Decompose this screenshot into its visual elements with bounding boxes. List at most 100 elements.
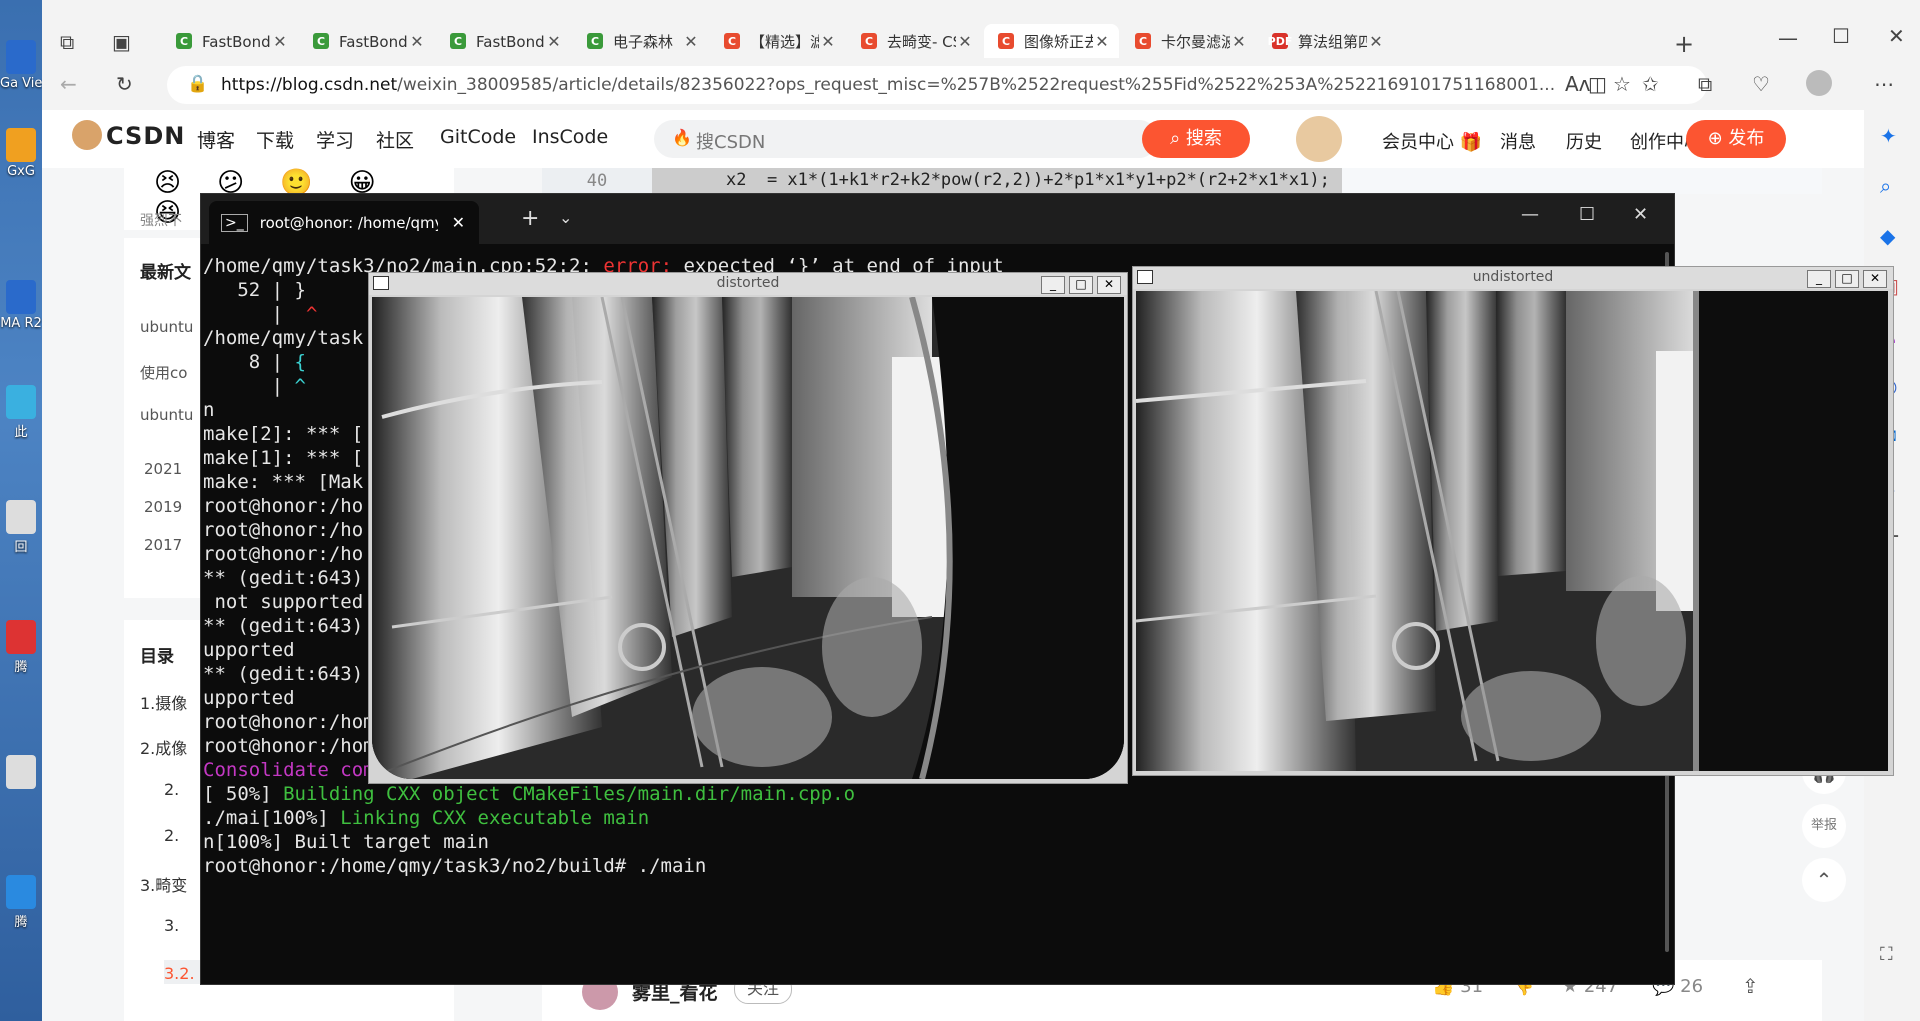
browser-essentials-icon[interactable]: ♡ bbox=[1752, 72, 1770, 96]
desktop-app-icon[interactable] bbox=[6, 280, 36, 314]
browser-tab[interactable]: C 卡尔曼滤波-✕ bbox=[1121, 24, 1256, 58]
minimize-icon[interactable]: _ bbox=[1041, 276, 1065, 294]
csdn-header-link[interactable]: 会员中心 🎁 bbox=[1382, 128, 1482, 154]
close-icon[interactable]: ✕ bbox=[1097, 276, 1121, 294]
new-tab-icon[interactable]: + bbox=[1674, 30, 1694, 58]
tab-actions-icon[interactable]: ▣ bbox=[112, 30, 131, 54]
undistorted-title: undistorted bbox=[1472, 269, 1554, 285]
close-icon[interactable]: ✕ bbox=[1888, 24, 1905, 48]
copilot-icon[interactable]: ✦ bbox=[1880, 124, 1897, 148]
favorite-star-icon[interactable]: ☆ bbox=[1613, 72, 1631, 96]
desktop-app-label: 腾 bbox=[14, 660, 28, 675]
split-screen-icon[interactable]: ◫ bbox=[1588, 72, 1607, 96]
refresh-icon[interactable]: ↻ bbox=[116, 72, 133, 96]
tab-close-icon[interactable]: ✕ bbox=[545, 32, 563, 51]
terminal-tab[interactable]: >_ root@honor: /home/qmy/tasl ✕ bbox=[209, 201, 479, 244]
collections-icon[interactable]: ⧉ bbox=[1698, 72, 1712, 96]
screenshot-icon[interactable]: ⛶ bbox=[1880, 944, 1893, 965]
csdn-nav-item[interactable]: 博客 bbox=[197, 126, 235, 153]
desktop-app-icon[interactable] bbox=[6, 128, 36, 162]
workspaces-icon[interactable]: ⧉ bbox=[60, 30, 74, 54]
terminal-tab-close-icon[interactable]: ✕ bbox=[452, 213, 465, 232]
read-aloud-icon[interactable]: Aʌ bbox=[1565, 72, 1591, 96]
browser-tab[interactable]: C FastBond2阶✕ bbox=[436, 24, 571, 58]
recent-article-link[interactable]: 使用co bbox=[140, 362, 187, 383]
profile-avatar[interactable] bbox=[1806, 70, 1832, 96]
desktop-app-icon[interactable] bbox=[6, 40, 36, 74]
browser-tab[interactable]: PDF 算法组第四次✕ bbox=[1258, 24, 1393, 58]
maximize-icon[interactable]: □ bbox=[1835, 270, 1859, 288]
csdn-nav-item[interactable]: GitCode bbox=[440, 126, 516, 148]
terminal-new-tab-icon[interactable]: + bbox=[521, 206, 539, 231]
search-input[interactable]: 🔥 搜CSDN bbox=[654, 120, 1158, 158]
csdn-header-link[interactable]: 历史 bbox=[1566, 128, 1602, 154]
toc-item[interactable]: 2. bbox=[164, 780, 179, 799]
tab-close-icon[interactable]: ✕ bbox=[408, 32, 426, 51]
csdn-logo[interactable]: CSDN bbox=[106, 122, 185, 150]
distorted-image-window[interactable]: distorted _ □ ✕ bbox=[368, 272, 1128, 784]
tab-close-icon[interactable]: ✕ bbox=[682, 32, 700, 51]
csdn-nav-item[interactable]: 学习 bbox=[316, 126, 354, 153]
desktop-app-icon[interactable] bbox=[6, 875, 36, 909]
favorites-icon[interactable]: ✩ bbox=[1642, 72, 1659, 96]
desktop-app-icon[interactable] bbox=[6, 385, 36, 419]
tab-close-icon[interactable]: ✕ bbox=[1230, 32, 1248, 51]
csdn-nav-item[interactable]: InsCode bbox=[532, 126, 608, 148]
csdn-nav-item[interactable]: 下载 bbox=[256, 126, 294, 153]
report-button[interactable]: 举报 bbox=[1802, 804, 1846, 848]
browser-tab[interactable]: C FastBond2阶✕ bbox=[299, 24, 434, 58]
minimize-icon[interactable]: — bbox=[1778, 26, 1798, 50]
more-menu-icon[interactable]: ⋯ bbox=[1874, 72, 1894, 96]
terminal-text: { bbox=[294, 351, 306, 373]
browser-tab[interactable]: C 去畸变- CSD✕ bbox=[847, 24, 982, 58]
maximize-icon[interactable]: ☐ bbox=[1832, 24, 1850, 48]
terminal-maximize-icon[interactable]: ☐ bbox=[1579, 204, 1595, 225]
csdn-nav-item[interactable]: 社区 bbox=[376, 126, 414, 153]
toc-item[interactable]: 3. bbox=[164, 916, 179, 935]
close-icon[interactable]: ✕ bbox=[1863, 270, 1887, 288]
lock-icon[interactable]: 🔒 bbox=[187, 74, 208, 94]
terminal-dropdown-icon[interactable]: ⌄ bbox=[559, 208, 572, 227]
recent-article-link[interactable]: ubuntu bbox=[140, 406, 193, 424]
tab-close-icon[interactable]: ✕ bbox=[956, 32, 974, 51]
user-avatar[interactable] bbox=[1296, 116, 1342, 162]
terminal-text: Building CXX object CMakeFiles/main.dir/… bbox=[283, 783, 856, 805]
csdn-header-link[interactable]: 消息 bbox=[1500, 128, 1536, 154]
share-icon[interactable]: ⇪ bbox=[1742, 974, 1759, 998]
undistorted-image-window[interactable]: undistorted _ □ ✕ bbox=[1132, 266, 1894, 776]
browser-tab[interactable]: C FastBond2阶✕ bbox=[162, 24, 297, 58]
back-to-top-icon[interactable]: ⌃ bbox=[1802, 858, 1846, 902]
desktop-app-icon[interactable] bbox=[6, 500, 36, 534]
archive-year[interactable]: 2021 bbox=[144, 460, 182, 478]
back-icon[interactable]: ← bbox=[60, 72, 77, 96]
terminal-close-icon[interactable]: ✕ bbox=[1633, 204, 1648, 225]
desktop-app-icon[interactable] bbox=[6, 620, 36, 654]
terminal-text: root@honor:/ho bbox=[203, 495, 364, 517]
toc-item[interactable]: 1.摄像 bbox=[140, 690, 187, 714]
toc-item[interactable]: 3.畸变 bbox=[140, 872, 187, 896]
shopping-icon[interactable]: ◆ bbox=[1880, 224, 1895, 248]
search-button[interactable]: ⌕ 搜索 bbox=[1142, 120, 1250, 158]
toc-item[interactable]: 2. bbox=[164, 826, 179, 845]
address-bar[interactable]: 🔒 https://blog.csdn.net/weixin_38009585/… bbox=[167, 66, 1707, 104]
search-icon[interactable]: ⌕ bbox=[1880, 174, 1891, 198]
recent-article-link[interactable]: ubuntu bbox=[140, 318, 193, 336]
browser-tab[interactable]: C 【精选】滤波✕ bbox=[710, 24, 845, 58]
tab-close-icon[interactable]: ✕ bbox=[819, 32, 837, 51]
archive-year[interactable]: 2017 bbox=[144, 536, 182, 554]
browser-tab[interactable]: C 电子森林 ✕ bbox=[573, 24, 708, 58]
tab-bar: ⧉ ▣ CFastBond2阶✕CFastBond2阶✕CFastBond2阶✕… bbox=[42, 14, 1920, 66]
toc-item[interactable]: 2.成像 bbox=[140, 735, 187, 759]
desktop-app-icon[interactable] bbox=[6, 755, 36, 789]
tab-close-icon[interactable]: ✕ bbox=[1367, 32, 1385, 51]
tab-close-icon[interactable]: ✕ bbox=[271, 32, 289, 51]
maximize-icon[interactable]: □ bbox=[1069, 276, 1093, 294]
publish-button[interactable]: ⊕ 发布 bbox=[1686, 120, 1786, 158]
url-path: /weixin_38009585/article/details/8235602… bbox=[397, 75, 1556, 95]
minimize-icon[interactable]: _ bbox=[1807, 270, 1831, 288]
tab-close-icon[interactable]: ✕ bbox=[1093, 32, 1111, 51]
archive-year[interactable]: 2019 bbox=[144, 498, 182, 516]
terminal-minimize-icon[interactable]: — bbox=[1521, 204, 1539, 225]
browser-tab[interactable]: C 图像矫正去畸✕ bbox=[984, 24, 1119, 58]
tab-title: 卡尔曼滤波- bbox=[1161, 32, 1230, 51]
